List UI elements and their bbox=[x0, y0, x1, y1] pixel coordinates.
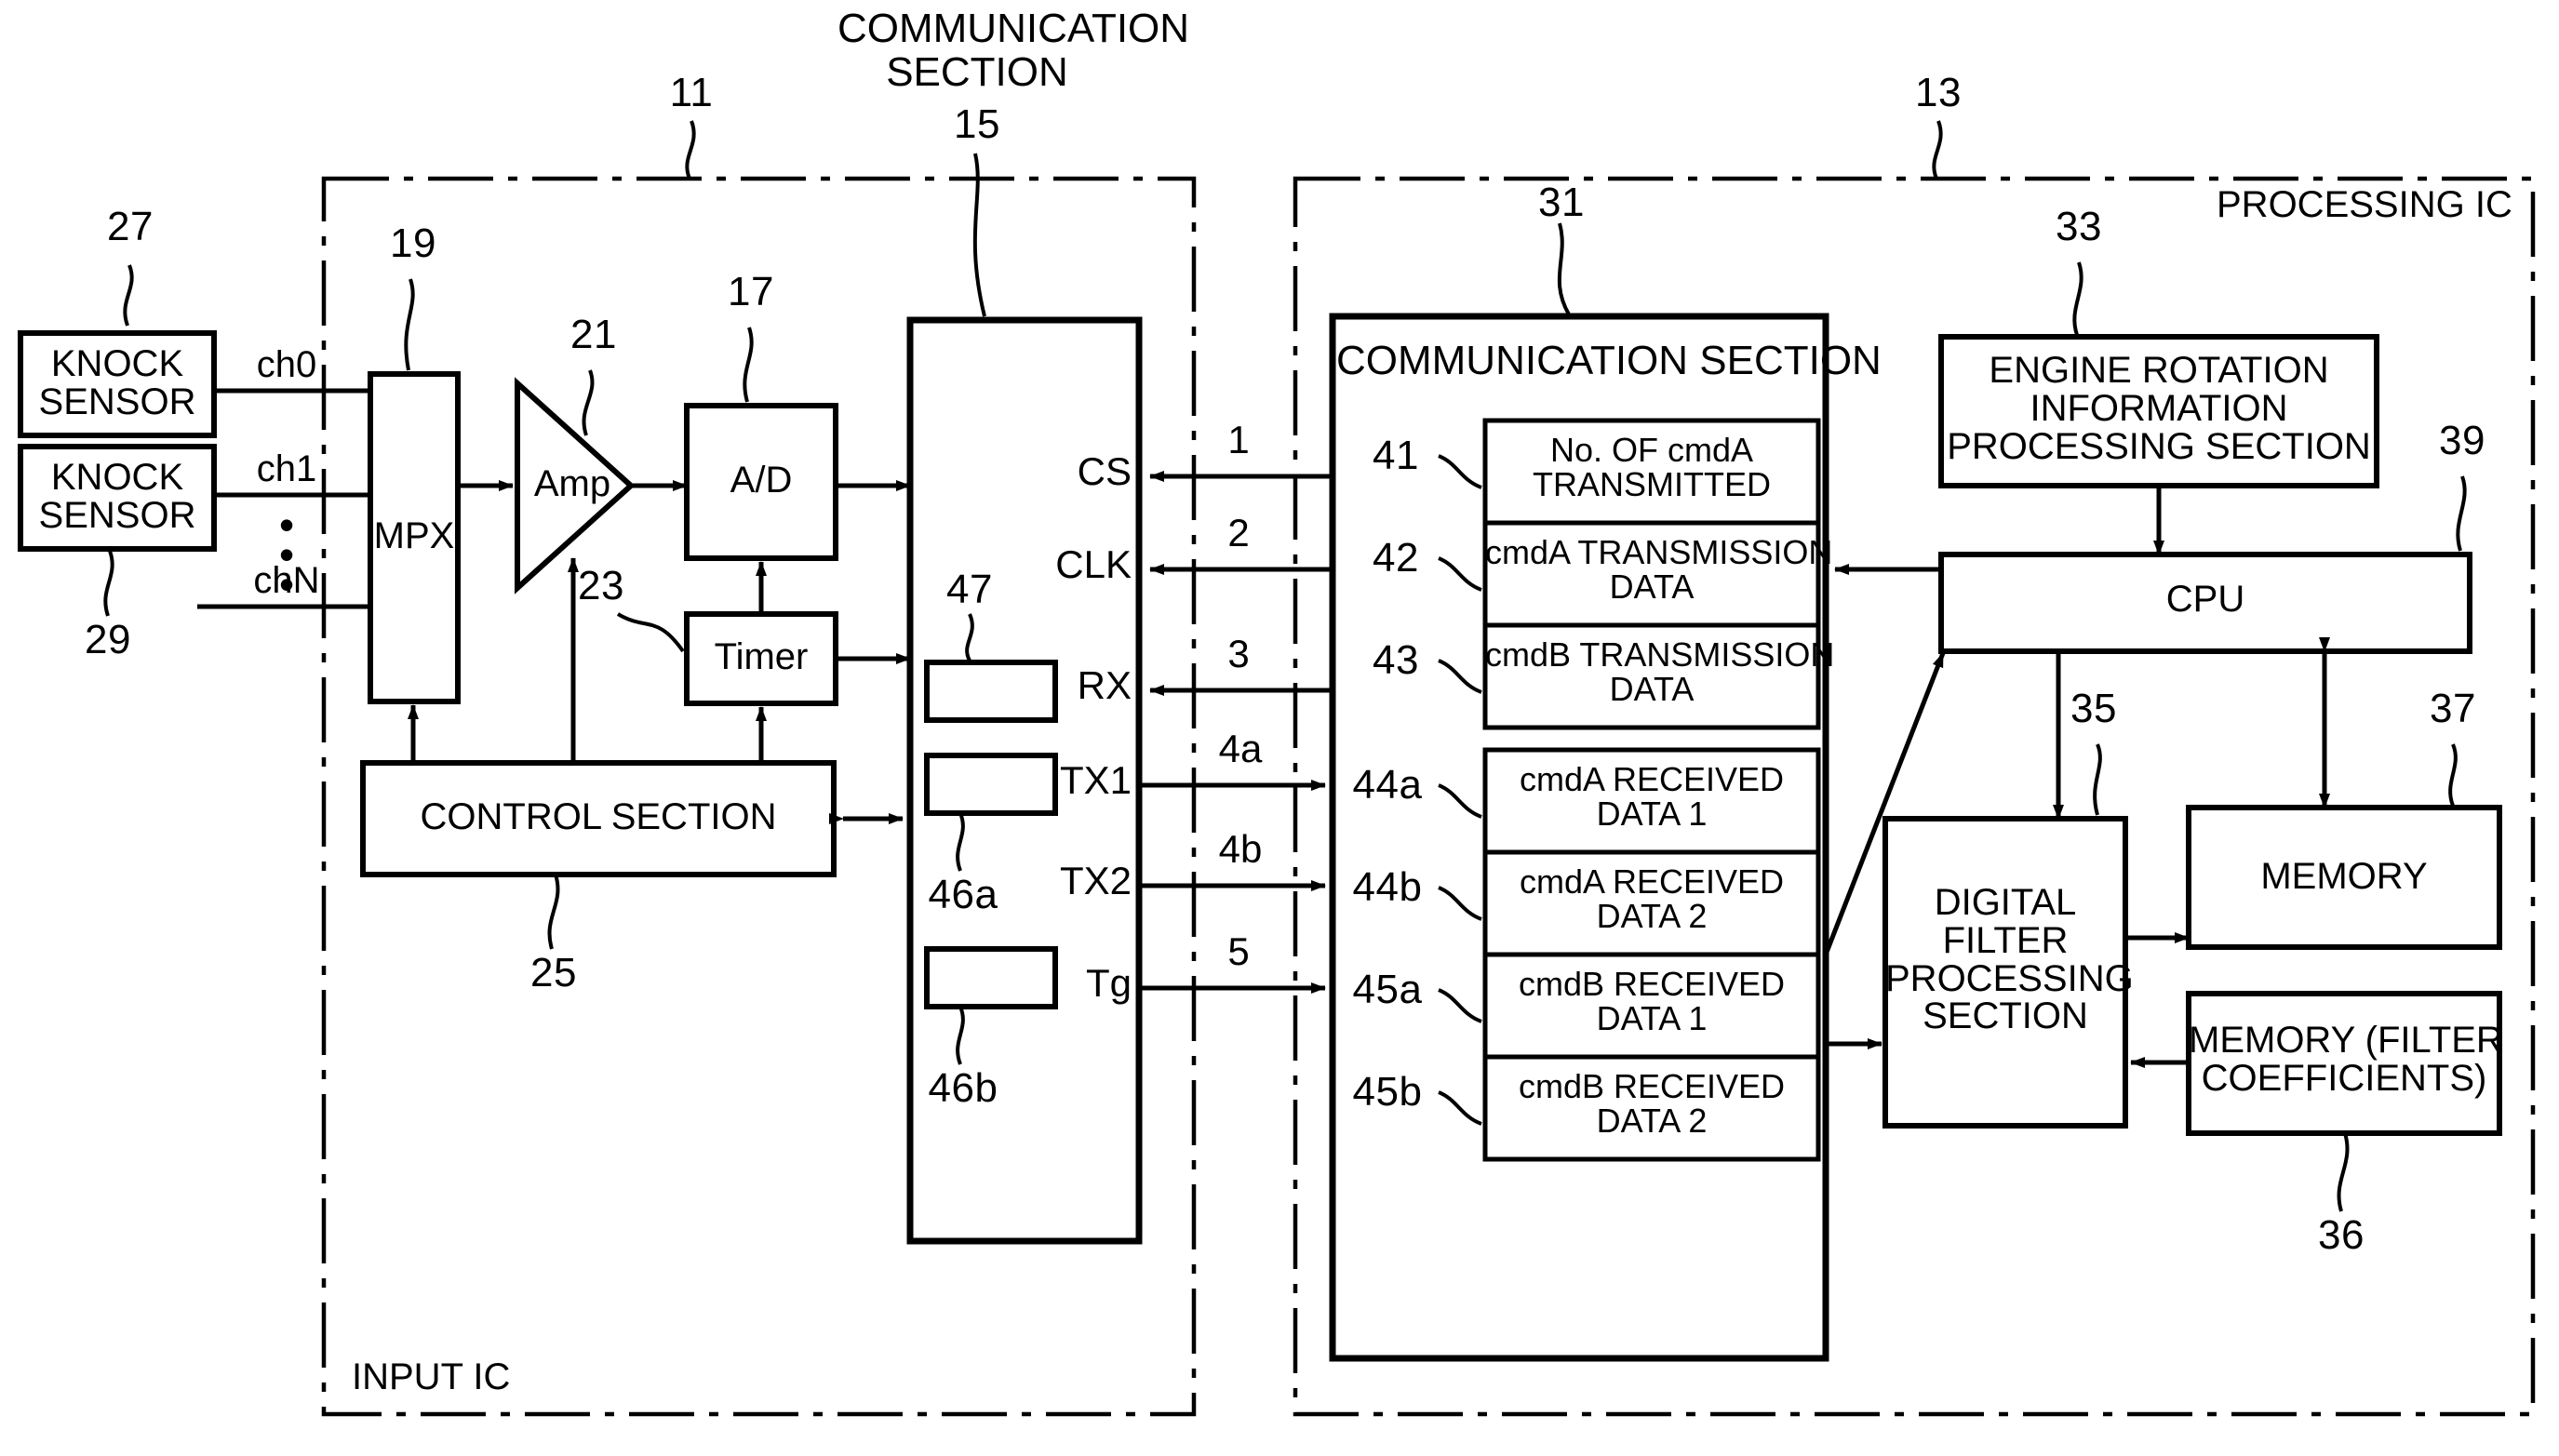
entry-label-44a: cmdA RECEIVED DATA 1 bbox=[1519, 760, 1785, 833]
control-section-label: CONTROL SECTION bbox=[420, 796, 777, 837]
ref-29: 29 bbox=[85, 617, 131, 662]
ref-35: 35 bbox=[2070, 686, 2117, 731]
pin-label-rx: RX bbox=[1077, 663, 1132, 707]
channel-label-ch0: ch0 bbox=[256, 344, 317, 385]
ref-leader-31 bbox=[1557, 222, 1571, 316]
entry-ref-41: 41 bbox=[1373, 433, 1419, 478]
figure-top-title: COMMUNICATION SECTION bbox=[837, 6, 1190, 95]
timer-label: Timer bbox=[714, 636, 809, 677]
pin-label-tx1: TX1 bbox=[1059, 758, 1132, 802]
digital-filter-label: DIGITAL FILTER PROCESSING SECTION bbox=[1885, 882, 2134, 1037]
ref-46a: 46a bbox=[928, 872, 998, 917]
ref-leader-11 bbox=[685, 120, 696, 180]
ad-label: A/D bbox=[730, 460, 793, 501]
ref-leader-33 bbox=[2072, 261, 2083, 336]
ref-leader-29 bbox=[103, 550, 114, 617]
pin-label-tg: Tg bbox=[1085, 961, 1132, 1005]
ref-23: 23 bbox=[578, 563, 624, 608]
knock-sensor-1-label: KNOCK SENSOR bbox=[38, 343, 196, 422]
channel-ellipsis: • • • bbox=[278, 501, 295, 609]
ref-leader-23 bbox=[616, 612, 685, 653]
ref-33: 33 bbox=[2056, 204, 2102, 249]
ref-46b: 46b bbox=[928, 1065, 998, 1111]
ref-leader-19 bbox=[404, 278, 415, 371]
signal-label-5: 5 bbox=[1227, 929, 1250, 973]
ref-39: 39 bbox=[2439, 418, 2485, 463]
mpx-label: MPX bbox=[373, 515, 455, 556]
ref-leader-17 bbox=[743, 327, 754, 403]
memory-filter-label: MEMORY (FILTER COEFFICIENTS) bbox=[2189, 1020, 2503, 1099]
ref-11: 11 bbox=[669, 70, 714, 115]
ref-19: 19 bbox=[390, 220, 436, 266]
ref-13: 13 bbox=[1915, 70, 1962, 115]
amp-label: Amp bbox=[533, 463, 611, 504]
entry-label-45a: cmdB RECEIVED DATA 1 bbox=[1518, 965, 1786, 1037]
ref-leader-13 bbox=[1932, 120, 1943, 180]
ref-leader-35 bbox=[2093, 743, 2102, 816]
entry-ref-43: 43 bbox=[1373, 637, 1419, 683]
signal-label-1: 1 bbox=[1227, 418, 1250, 461]
entry-label-42: cmdA TRANSMISSION DATA bbox=[1485, 533, 1833, 606]
signal-label-3: 3 bbox=[1227, 632, 1250, 675]
ref-leader-37 bbox=[2448, 743, 2458, 807]
ref-27: 27 bbox=[107, 204, 154, 249]
entry-label-41: No. OF cmdA TRANSMITTED bbox=[1533, 431, 1771, 503]
signal-label-2: 2 bbox=[1227, 511, 1250, 554]
entry-ref-44b: 44b bbox=[1352, 864, 1423, 910]
ref-leader-25 bbox=[547, 874, 560, 950]
entry-ref-45b: 45b bbox=[1352, 1069, 1423, 1115]
pin-label-tx2: TX2 bbox=[1059, 859, 1132, 902]
knock-sensor-2-label: KNOCK SENSOR bbox=[38, 457, 196, 536]
ref-25: 25 bbox=[530, 950, 577, 995]
cpu-label: CPU bbox=[2165, 579, 2245, 620]
entry-label-44b: cmdA RECEIVED DATA 2 bbox=[1519, 862, 1785, 935]
entry-ref-45a: 45a bbox=[1352, 967, 1423, 1012]
ref-36: 36 bbox=[2318, 1212, 2365, 1258]
channel-label-ch1: ch1 bbox=[256, 448, 317, 489]
ref-47: 47 bbox=[946, 567, 993, 612]
input-ic-label: INPUT IC bbox=[352, 1356, 511, 1397]
patent-figure-canvas: COMMUNICATION SECTION 15 11 13 INPUT IC … bbox=[0, 0, 2559, 1456]
ref-leader-36 bbox=[2337, 1132, 2350, 1212]
ref-leader-39 bbox=[2456, 475, 2467, 552]
processing-comm-section-title: COMMUNICATION SECTION bbox=[1336, 338, 1882, 383]
entry-ref-42: 42 bbox=[1373, 535, 1419, 581]
diagram-vector-layer bbox=[18, 120, 2536, 1417]
pin-label-clk: CLK bbox=[1055, 542, 1132, 586]
signal-label-4a: 4a bbox=[1218, 727, 1263, 770]
ref-31: 31 bbox=[1538, 180, 1585, 225]
ref-17: 17 bbox=[728, 269, 774, 314]
engine-rotation-label: ENGINE ROTATION INFORMATION PROCESSING S… bbox=[1947, 350, 2371, 467]
processing-ic-label: PROCESSING IC bbox=[2217, 184, 2512, 225]
ref-leader-27 bbox=[123, 264, 134, 327]
ref-15-top: 15 bbox=[954, 101, 1000, 147]
signal-label-4b: 4b bbox=[1218, 827, 1263, 871]
ref-leader-21 bbox=[582, 369, 595, 436]
ref-37: 37 bbox=[2430, 686, 2476, 731]
entry-ref-44a: 44a bbox=[1352, 762, 1423, 808]
memory-label: MEMORY bbox=[2260, 856, 2428, 897]
entry-label-43: cmdB TRANSMISSION DATA bbox=[1485, 635, 1835, 708]
entry-label-45b: cmdB RECEIVED DATA 2 bbox=[1518, 1067, 1786, 1140]
ref-21: 21 bbox=[570, 312, 617, 357]
pin-label-cs: CS bbox=[1077, 449, 1132, 493]
